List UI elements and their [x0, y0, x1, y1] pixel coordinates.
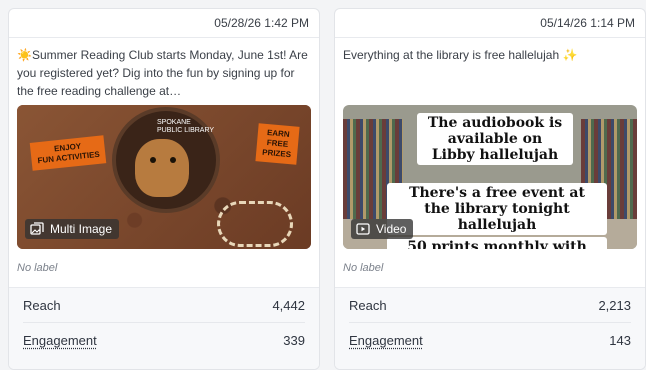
video-text-overlay: There's a free event at the library toni… [387, 183, 607, 235]
post-stats: Reach 2,213 Engagement 143 [335, 287, 645, 369]
post-caption: ☀️Summer Reading Club starts Monday, Jun… [17, 46, 311, 100]
multi-image-icon [30, 222, 44, 236]
post-caption: Everything at the library is free hallel… [343, 46, 637, 100]
stat-name[interactable]: Engagement [349, 333, 423, 348]
post-label: No label [343, 262, 383, 274]
fossil-illustration [217, 201, 293, 247]
stat-name: Reach [23, 298, 61, 313]
video-text-overlay: 50 prints monthly with [387, 237, 607, 249]
sign-earn-free-prizes: EARN FREE PRIZES [255, 123, 299, 164]
stat-row-reach: Reach 2,213 [349, 288, 631, 323]
stat-value: 2,213 [598, 298, 631, 313]
stat-row-engagement: Engagement 143 [349, 323, 631, 357]
gopher-illustration [135, 139, 189, 197]
media-type-label: Video [376, 222, 406, 236]
media-type-badge: Multi Image [25, 219, 119, 239]
media-type-badge: Video [351, 219, 413, 239]
stat-value: 143 [609, 333, 631, 348]
post-label: No label [17, 262, 57, 274]
post-card[interactable]: 05/28/26 1:42 PM ☀️Summer Reading Club s… [8, 8, 320, 370]
stat-row-engagement: Engagement 339 [23, 323, 305, 357]
stat-row-reach: Reach 4,442 [23, 288, 305, 323]
post-media[interactable]: SPOKANE PUBLIC LIBRARY ENJOY FUN ACTIVIT… [17, 105, 311, 249]
post-stats: Reach 4,442 Engagement 339 [9, 287, 319, 369]
post-date: 05/28/26 1:42 PM [9, 9, 319, 38]
post-card[interactable]: 05/14/26 1:14 PM Everything at the libra… [334, 8, 646, 370]
media-type-label: Multi Image [50, 222, 112, 236]
post-date: 05/14/26 1:14 PM [335, 9, 645, 38]
video-icon [356, 222, 370, 236]
video-text-overlay: The audiobook is available on Libby hall… [417, 113, 573, 165]
post-media[interactable]: The audiobook is available on Libby hall… [343, 105, 637, 249]
stat-value: 339 [283, 333, 305, 348]
library-logo: SPOKANE PUBLIC LIBRARY [157, 119, 214, 135]
stat-name[interactable]: Engagement [23, 333, 97, 348]
stat-name: Reach [349, 298, 387, 313]
stat-value: 4,442 [272, 298, 305, 313]
